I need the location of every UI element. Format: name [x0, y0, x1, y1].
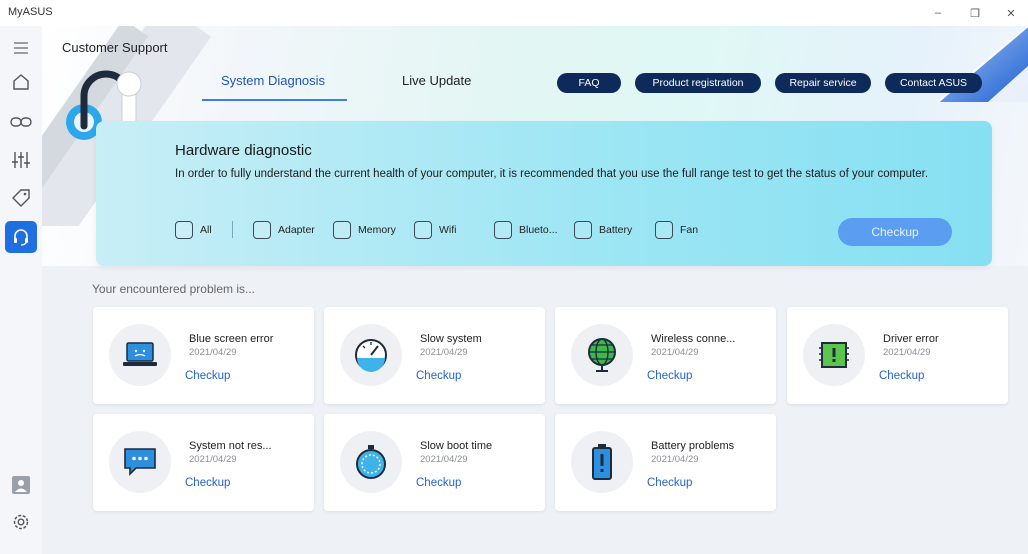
problem-icon-circle [571, 324, 633, 386]
options-divider [232, 221, 233, 238]
chat-bubble-icon [124, 448, 156, 476]
option-all[interactable]: All [175, 221, 212, 239]
checkup-link[interactable]: Checkup [647, 477, 692, 489]
option-label: Memory [358, 224, 396, 236]
problem-date: 2021/04/29 [651, 347, 699, 358]
problem-icon-circle [571, 431, 633, 493]
home-icon[interactable] [5, 66, 37, 98]
option-battery[interactable]: Battery [574, 221, 632, 239]
close-button[interactable]: ✕ [996, 3, 1026, 23]
sliders-icon[interactable] [5, 144, 37, 176]
problem-icon-circle [803, 324, 865, 386]
problem-card: Slow boot time 2021/04/29 Checkup [324, 414, 545, 511]
app-title: MyASUS [8, 6, 53, 18]
checkup-link[interactable]: Checkup [879, 370, 924, 382]
problem-icon-circle [340, 431, 402, 493]
product-registration-button[interactable]: Product registration [635, 73, 761, 93]
tag-icon[interactable] [5, 182, 37, 214]
contact-asus-button[interactable]: Contact ASUS [885, 73, 982, 93]
checkbox[interactable] [574, 221, 592, 239]
problem-date: 2021/04/29 [420, 454, 468, 465]
problem-icon-circle [109, 324, 171, 386]
problem-name: Driver error [883, 333, 939, 345]
option-wifi[interactable]: Wifi [414, 221, 457, 239]
checkbox[interactable] [253, 221, 271, 239]
option-label: Battery [599, 224, 633, 236]
checkup-button[interactable]: Checkup [838, 218, 952, 246]
page-title: Customer Support [62, 40, 168, 55]
problem-date: 2021/04/29 [883, 347, 931, 358]
option-fan[interactable]: Fan [655, 221, 698, 239]
hardware-diagnostic-card: Hardware diagnostic In order to fully un… [96, 121, 992, 266]
option-adapter[interactable]: Adapter [253, 221, 315, 239]
maximize-button[interactable]: ❐ [960, 3, 990, 23]
checkbox[interactable] [175, 221, 193, 239]
link-icon[interactable] [5, 106, 37, 138]
checkup-link[interactable]: Checkup [416, 477, 461, 489]
problem-name: Blue screen error [189, 333, 274, 345]
account-icon[interactable] [5, 469, 37, 501]
problem-date: 2021/04/29 [420, 347, 468, 358]
problem-card: Blue screen error 2021/04/29 Checkup [93, 307, 314, 404]
problem-name: System not res... [189, 440, 272, 452]
problem-card: Battery problems 2021/04/29 Checkup [555, 414, 776, 511]
chip-icon [819, 342, 849, 368]
checkup-link[interactable]: Checkup [185, 370, 230, 382]
option-label: Fan [680, 224, 699, 236]
customer-support-icon[interactable] [5, 221, 37, 253]
faq-button[interactable]: FAQ [557, 73, 621, 93]
active-tab-underline [202, 99, 347, 101]
checkbox[interactable] [333, 221, 351, 239]
problem-date: 2021/04/29 [651, 454, 699, 465]
diagnostic-description: In order to fully understand the current… [175, 168, 929, 180]
problem-name: Slow system [420, 333, 482, 345]
problem-card: System not res... 2021/04/29 Checkup [93, 414, 314, 511]
problem-name: Wireless conne... [651, 333, 736, 345]
settings-icon[interactable] [5, 506, 37, 538]
checkup-link[interactable]: Checkup [416, 370, 461, 382]
menu-icon[interactable] [5, 32, 37, 64]
problem-date: 2021/04/29 [189, 347, 237, 358]
option-bluetooth[interactable]: Blueto... [494, 221, 558, 239]
tab-system-diagnosis[interactable]: System Diagnosis [221, 73, 325, 101]
option-memory[interactable]: Memory [333, 221, 396, 239]
sidebar [0, 26, 42, 554]
checkup-link[interactable]: Checkup [647, 370, 692, 382]
checkup-link[interactable]: Checkup [185, 477, 230, 489]
option-label: Adapter [278, 224, 315, 236]
laptop-icon [123, 342, 157, 366]
globe-icon [588, 338, 616, 372]
problem-icon-circle [340, 324, 402, 386]
minimize-button[interactable]: – [923, 3, 953, 23]
checkbox[interactable] [655, 221, 673, 239]
problems-section-label: Your encountered problem is... [92, 282, 255, 296]
checkbox[interactable] [494, 221, 512, 239]
tab-live-update[interactable]: Live Update [402, 73, 471, 101]
problem-name: Slow boot time [420, 440, 493, 452]
problem-card: Driver error 2021/04/29 Checkup [787, 307, 1008, 404]
option-label: Blueto... [519, 224, 558, 236]
battery-icon [592, 444, 612, 480]
repair-service-button[interactable]: Repair service [775, 73, 871, 93]
stopwatch-icon [356, 445, 386, 479]
option-label: All [200, 224, 212, 236]
diagnostic-title: Hardware diagnostic [175, 142, 312, 159]
problem-date: 2021/04/29 [189, 454, 237, 465]
problem-name: Battery problems [651, 440, 735, 452]
problem-card: Wireless conne... 2021/04/29 Checkup [555, 307, 776, 404]
problem-card: Slow system 2021/04/29 Checkup [324, 307, 545, 404]
option-label: Wifi [439, 224, 457, 236]
checkbox[interactable] [414, 221, 432, 239]
title-bar: MyASUS – ❐ ✕ [0, 0, 1028, 26]
problem-icon-circle [109, 431, 171, 493]
gauge-icon [355, 339, 387, 372]
